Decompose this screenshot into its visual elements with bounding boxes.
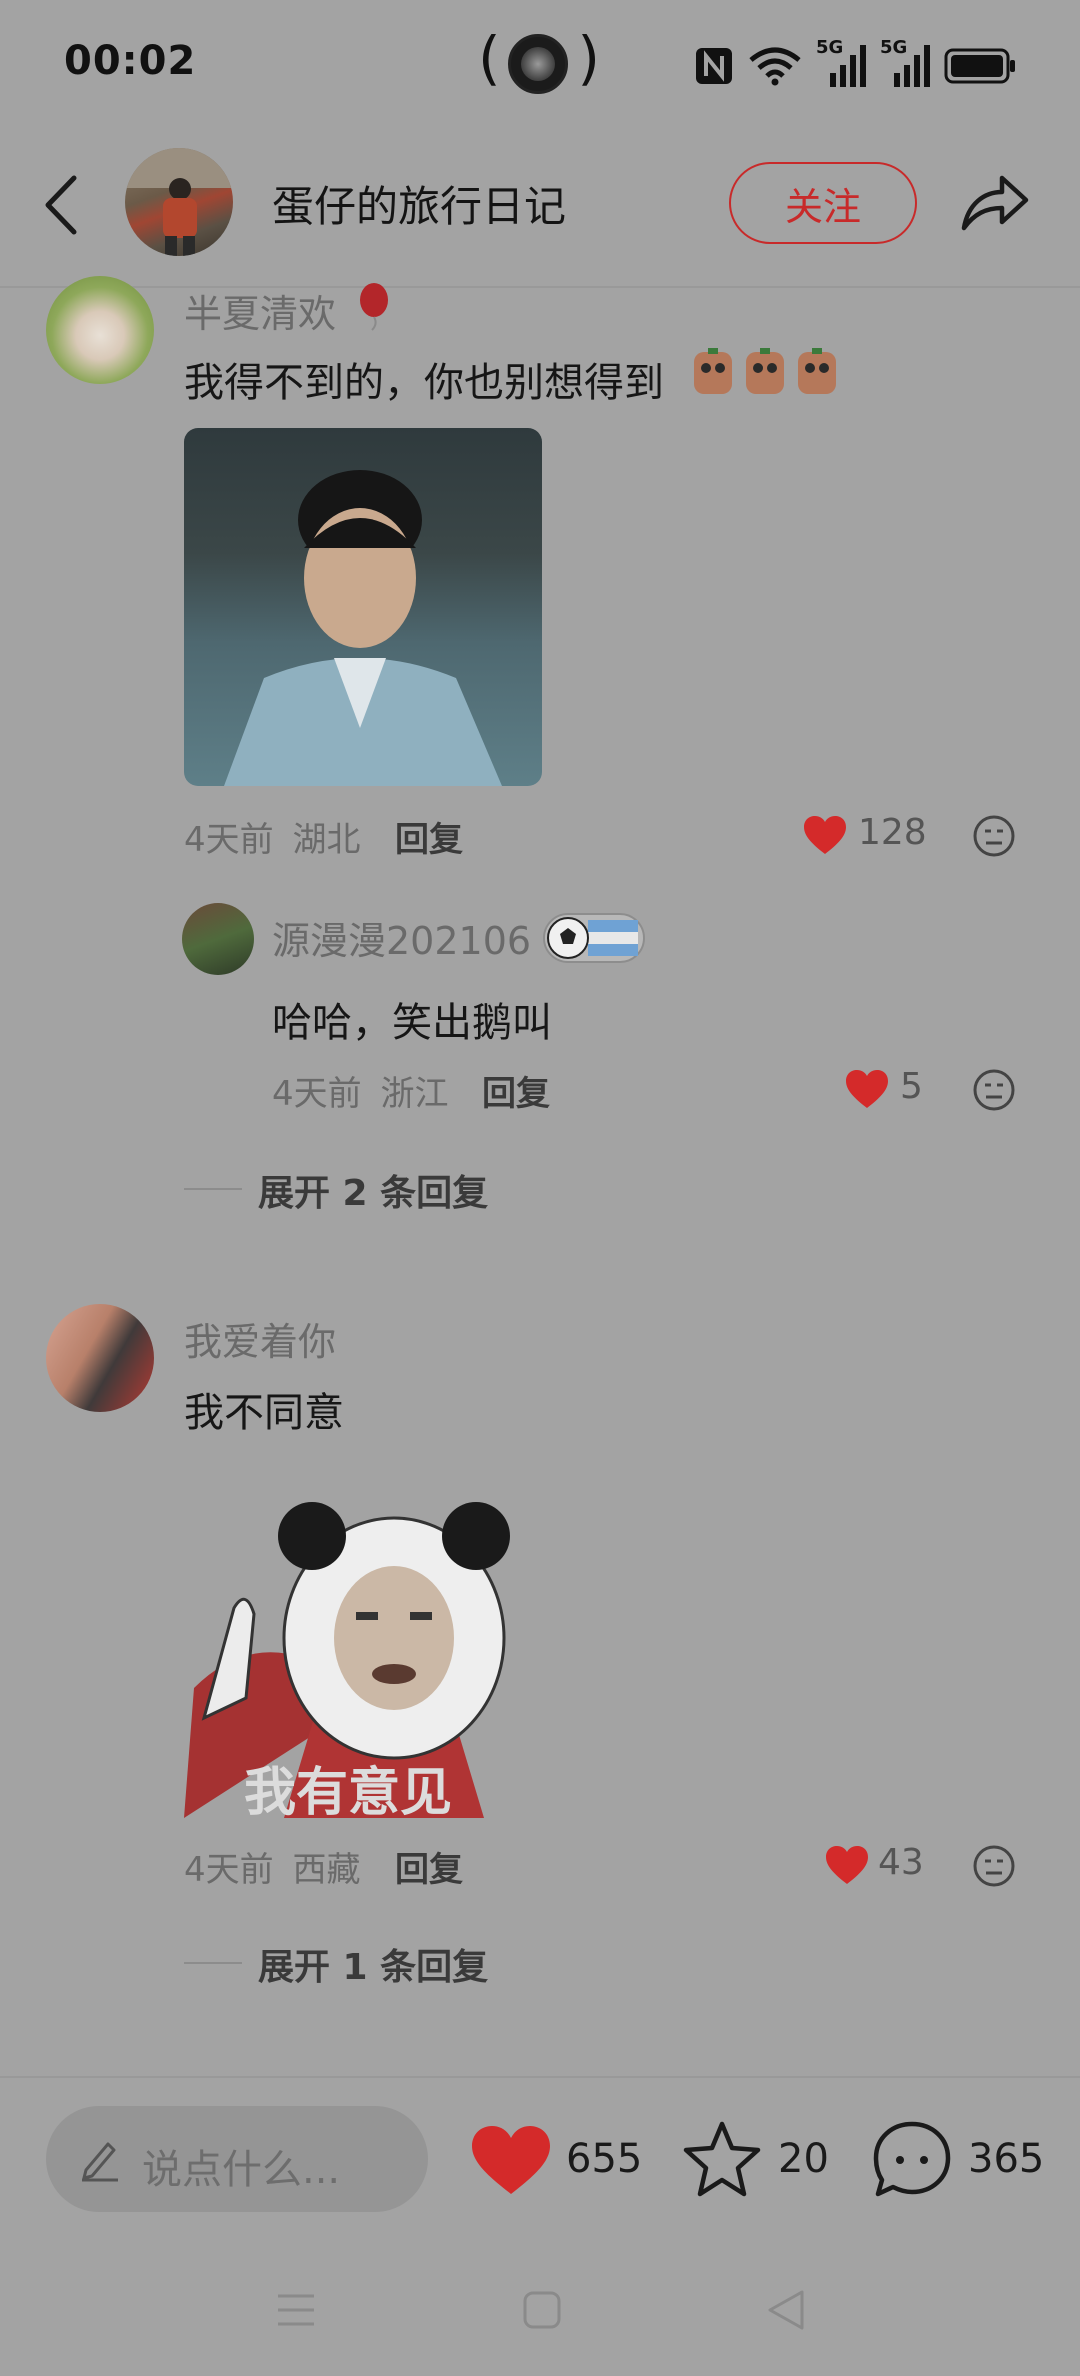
comment-text: 我得不到的，你也别想得到: [184, 360, 664, 406]
emoji-stickers: [690, 348, 840, 396]
input-placeholder[interactable]: 说点什么...: [142, 2137, 340, 2195]
reply-time: 4天前: [272, 1074, 362, 1114]
commenter-avatar[interactable]: [46, 1304, 154, 1412]
signal-icon-2: 5G: [880, 37, 930, 89]
nfc-icon: [696, 48, 732, 84]
reply-text: 哈哈，笑出鹅叫: [272, 1000, 552, 1046]
camera-bracket-left: (: [478, 24, 501, 92]
like-count: 5: [900, 1066, 923, 1107]
camera-cutout: ( ): [478, 24, 600, 98]
reply-location: 浙江: [380, 1074, 449, 1114]
like-count: 128: [858, 812, 927, 853]
wifi-icon: [749, 47, 801, 86]
reply-button[interactable]: 回复: [395, 1842, 463, 1891]
emoji-reaction-icon[interactable]: [972, 814, 1016, 858]
favorite-count: 20: [778, 2136, 829, 2182]
comment-location: 湖北: [292, 820, 361, 860]
reply-button[interactable]: 回复: [395, 812, 463, 861]
expand-replies-button[interactable]: 展开 1 条回复: [258, 1938, 488, 1990]
reply-button[interactable]: 回复: [482, 1066, 550, 1115]
comment-icon[interactable]: [872, 2120, 952, 2198]
status-icons: 5G 5G: [694, 36, 1016, 96]
back-triangle-icon[interactable]: [764, 2288, 808, 2332]
comment-text: 我不同意: [184, 1390, 344, 1436]
comment-time: 4天前: [184, 1850, 274, 1890]
system-navbar: [0, 2230, 1080, 2376]
sticker-emoji-icon: [746, 348, 784, 394]
comment-count: 365: [968, 2136, 1045, 2182]
like-count: 43: [878, 1842, 924, 1883]
bottom-divider: [0, 2076, 1080, 2078]
reply-username[interactable]: 源漫漫202106: [272, 910, 531, 965]
edit-icon: [82, 2142, 118, 2182]
menu-icon[interactable]: [276, 2290, 316, 2330]
author-name[interactable]: 蛋仔的旅行日记: [272, 173, 566, 234]
comment-time: 4天前: [184, 820, 274, 860]
comment-username[interactable]: 半夏清欢: [184, 283, 336, 338]
camera-icon: [508, 34, 568, 94]
comment-meta: 4天前 西藏: [184, 1842, 360, 1891]
comment-location: 西藏: [292, 1850, 361, 1890]
balloon-icon: [360, 283, 388, 331]
follow-button[interactable]: 关注: [729, 162, 917, 244]
post-like-count: 655: [566, 2136, 643, 2182]
sticker-emoji-icon: [798, 348, 836, 394]
back-icon[interactable]: [40, 170, 84, 240]
sticker-caption: 我有意见: [244, 1763, 453, 1818]
signal-icon-1: 5G: [816, 37, 866, 89]
heart-icon[interactable]: [470, 2124, 552, 2196]
heart-icon[interactable]: [844, 1068, 890, 1110]
comment-username[interactable]: 我爱着你: [184, 1311, 336, 1366]
commenter-avatar[interactable]: [46, 276, 154, 384]
share-icon[interactable]: [958, 166, 1030, 238]
battery-icon: [944, 48, 1015, 84]
status-time: 00:02: [64, 38, 197, 84]
comment-image[interactable]: [184, 428, 542, 786]
football-badge-icon: [543, 913, 645, 963]
reply-meta: 4天前 浙江: [272, 1066, 448, 1115]
sticker-emoji-icon: [694, 348, 732, 394]
heart-icon[interactable]: [824, 1844, 870, 1886]
expand-divider: [184, 1188, 242, 1190]
heart-icon[interactable]: [802, 814, 848, 856]
home-icon[interactable]: [522, 2290, 562, 2330]
camera-bracket-right: ): [577, 24, 600, 92]
header-divider: [0, 286, 1080, 288]
expand-replies-button[interactable]: 展开 2 条回复: [258, 1164, 488, 1216]
reply-avatar[interactable]: [182, 903, 254, 975]
emoji-reaction-icon[interactable]: [972, 1068, 1016, 1112]
expand-divider: [184, 1962, 242, 1964]
star-icon[interactable]: [682, 2120, 762, 2198]
comment-sticker[interactable]: 我有意见: [184, 1488, 542, 1818]
emoji-reaction-icon[interactable]: [972, 1844, 1016, 1888]
comment-meta: 4天前 湖北: [184, 812, 360, 861]
author-avatar[interactable]: [125, 148, 233, 256]
